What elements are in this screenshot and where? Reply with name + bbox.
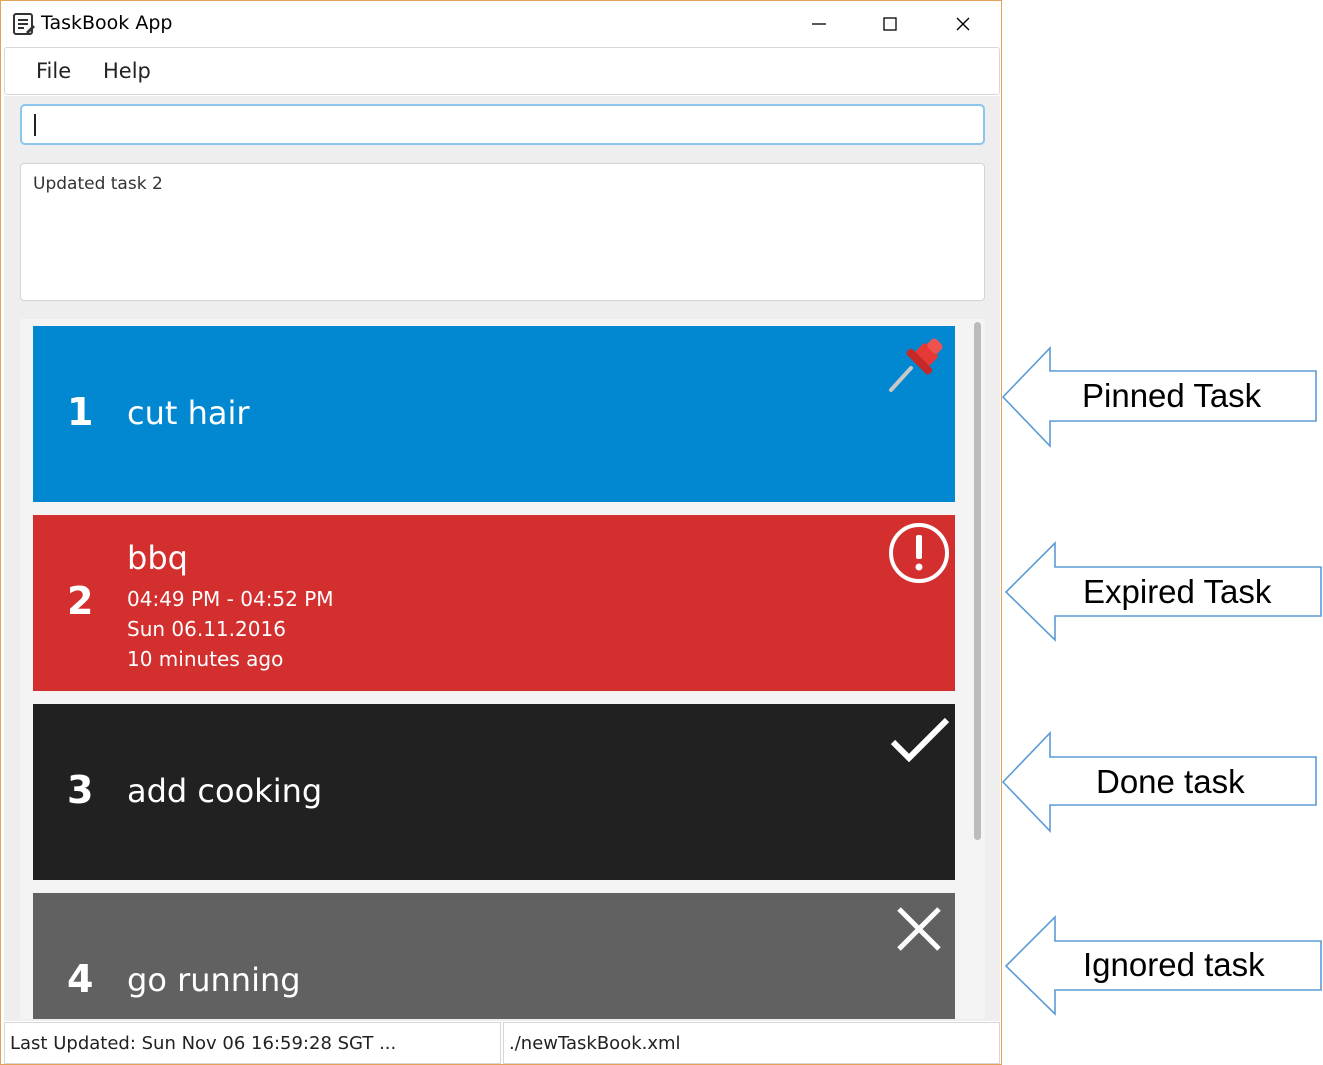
close-button[interactable]	[927, 1, 999, 46]
task-card-pinned[interactable]: 1 cut hair	[33, 326, 955, 502]
task-list-icon	[13, 13, 35, 35]
text-caret	[34, 114, 36, 136]
annotation-ignored: Ignored task	[1000, 915, 1323, 1017]
scrollbar-thumb[interactable]	[974, 322, 981, 840]
minimize-icon	[812, 22, 826, 25]
annotation-label: Expired Task	[1083, 573, 1272, 610]
task-index: 3	[67, 768, 94, 812]
task-card-done[interactable]: 3 add cooking	[33, 704, 955, 880]
task-card-ignored[interactable]: 4 go running	[33, 893, 955, 1019]
annotation-done: Done task	[1000, 731, 1323, 833]
task-card-expired[interactable]: 2 bbq 04:49 PM - 04:52 PM Sun 06.11.2016…	[33, 515, 955, 691]
maximize-button[interactable]	[854, 1, 926, 46]
task-date: Sun 06.11.2016	[127, 617, 286, 641]
status-file-path-panel: ./newTaskBook.xml	[503, 1022, 1000, 1064]
annotation-label: Pinned Task	[1082, 377, 1262, 414]
checkmark-icon	[890, 717, 950, 763]
pushpin-icon	[889, 338, 943, 392]
status-last-updated-panel: Last Updated: Sun Nov 06 16:59:28 SGT ..…	[4, 1022, 501, 1064]
menu-help[interactable]: Help	[103, 59, 151, 83]
task-name: add cooking	[127, 772, 323, 810]
status-last-updated: Last Updated: Sun Nov 06 16:59:28 SGT ..…	[10, 1033, 397, 1054]
exclamation-circle-icon	[889, 523, 949, 583]
taskbook-window: TaskBook App File Help Updated task 2 1 …	[0, 0, 1002, 1065]
result-text: Updated task 2	[33, 174, 163, 194]
annotation-label: Ignored task	[1083, 946, 1265, 983]
close-icon	[956, 17, 970, 30]
status-file-path: ./newTaskBook.xml	[509, 1033, 681, 1054]
cross-icon	[897, 907, 941, 951]
task-list-scrollbar[interactable]	[972, 319, 982, 1019]
status-bar: Last Updated: Sun Nov 06 16:59:28 SGT ..…	[4, 1022, 1000, 1064]
minimize-button[interactable]	[783, 1, 855, 46]
task-index: 4	[67, 957, 94, 1001]
task-list[interactable]: 1 cut hair 2 bbq 04:49 PM - 04:52 PM Sun…	[20, 319, 985, 1019]
maximize-icon	[883, 16, 897, 31]
annotation-pinned: Pinned Task	[1000, 346, 1323, 448]
task-name: cut hair	[127, 394, 250, 432]
result-display: Updated task 2	[20, 163, 985, 301]
command-input[interactable]	[20, 104, 985, 145]
main-content: Updated task 2 1 cut hair 2 bbq 04:49 PM…	[4, 96, 1000, 1021]
menu-file[interactable]: File	[36, 59, 71, 83]
task-index: 1	[67, 390, 94, 434]
task-relative-time: 10 minutes ago	[127, 647, 284, 671]
menu-bar: File Help	[4, 47, 1000, 95]
title-bar[interactable]: TaskBook App	[1, 1, 1001, 46]
annotation-expired: Expired Task	[1000, 541, 1323, 643]
window-title: TaskBook App	[41, 12, 173, 34]
task-time: 04:49 PM - 04:52 PM	[127, 587, 334, 611]
task-name: bbq	[127, 539, 188, 577]
annotation-label: Done task	[1096, 763, 1245, 800]
task-name: go running	[127, 961, 301, 999]
task-index: 2	[67, 579, 94, 623]
